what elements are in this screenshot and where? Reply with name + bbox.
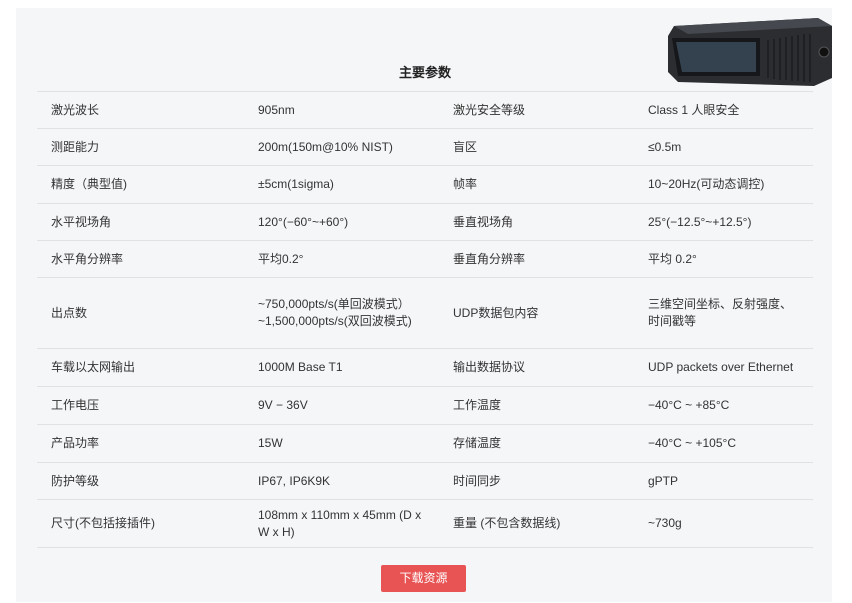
param-name: 产品功率: [37, 424, 244, 463]
table-row: 尺寸(不包括接插件) 108mm x 110mm x 45mm (D x W x …: [37, 499, 813, 548]
param-value: Class 1 人眼安全: [634, 91, 813, 129]
param-name: 帧率: [439, 165, 634, 204]
param-name: 激光安全等级: [439, 91, 634, 129]
param-value: 平均 0.2°: [634, 240, 813, 278]
param-value: 15W: [244, 424, 439, 463]
param-value: 1000M Base T1: [244, 348, 439, 387]
table-row: 工作电压 9V − 36V 工作温度 −40°C ~ +85°C: [37, 386, 813, 425]
param-value: ~750,000pts/s(单回波模式）~1,500,000pts/s(双回波模…: [244, 277, 439, 349]
param-name: 水平角分辨率: [37, 240, 244, 278]
param-value: −40°C ~ +105°C: [634, 424, 813, 463]
param-name: 激光波长: [37, 91, 244, 129]
param-value: 9V − 36V: [244, 386, 439, 425]
table-row: 水平角分辨率 平均0.2° 垂直角分辨率 平均 0.2°: [37, 240, 813, 278]
param-value: 三维空间坐标、反射强度、时间戳等: [634, 277, 813, 349]
download-button[interactable]: 下载资源: [381, 565, 466, 592]
table-row: 产品功率 15W 存储温度 −40°C ~ +105°C: [37, 424, 813, 463]
param-value: UDP packets over Ethernet: [634, 348, 813, 387]
param-name: 工作温度: [439, 386, 634, 425]
param-name: 垂直角分辨率: [439, 240, 634, 278]
param-value: 200m(150m@10% NIST): [244, 128, 439, 166]
param-value: 平均0.2°: [244, 240, 439, 278]
table-row: 激光波长 905nm 激光安全等级 Class 1 人眼安全: [37, 91, 813, 129]
param-name: 车载以太网输出: [37, 348, 244, 387]
param-value: 120°(−60°~+60°): [244, 203, 439, 241]
param-value: 25°(−12.5°~+12.5°): [634, 203, 813, 241]
param-name: 盲区: [439, 128, 634, 166]
param-name: 防护等级: [37, 462, 244, 500]
param-name: UDP数据包内容: [439, 277, 634, 349]
table-row: 测距能力 200m(150m@10% NIST) 盲区 ≤0.5m: [37, 128, 813, 166]
table-row: 出点数 ~750,000pts/s(单回波模式）~1,500,000pts/s(双…: [37, 277, 813, 349]
param-value: 905nm: [244, 91, 439, 129]
param-name: 工作电压: [37, 386, 244, 425]
param-name: 重量 (不包含数据线): [439, 499, 634, 548]
section-title: 主要参数: [398, 65, 451, 80]
param-value: ≤0.5m: [634, 128, 813, 166]
param-value: gPTP: [634, 462, 813, 500]
param-name: 精度（典型值): [37, 165, 244, 204]
param-name: 测距能力: [37, 128, 244, 166]
spec-table: 激光波长 905nm 激光安全等级 Class 1 人眼安全 测距能力 200m(150m…: [37, 91, 813, 548]
param-name: 存储温度: [439, 424, 634, 463]
table-row: 精度（典型值) ±5cm(1sigma) 帧率 10~20Hz(可动态调控): [37, 165, 813, 204]
param-value: 108mm x 110mm x 45mm (D x W x H): [244, 499, 439, 548]
param-value: ~730g: [634, 499, 813, 548]
param-value: ±5cm(1sigma): [244, 165, 439, 204]
param-name: 垂直视场角: [439, 203, 634, 241]
param-name: 输出数据协议: [439, 348, 634, 387]
param-value: IP67, IP6K9K: [244, 462, 439, 500]
table-row: 水平视场角 120°(−60°~+60°) 垂直视场角 25°(−12.5°~+12.…: [37, 203, 813, 241]
param-name: 时间同步: [439, 462, 634, 500]
param-name: 出点数: [37, 277, 244, 349]
param-value: 10~20Hz(可动态调控): [634, 165, 813, 204]
param-value: −40°C ~ +85°C: [634, 386, 813, 425]
table-row: 车载以太网输出 1000M Base T1 输出数据协议 UDP packets ov…: [37, 348, 813, 387]
param-name: 水平视场角: [37, 203, 244, 241]
param-name: 尺寸(不包括接插件): [37, 499, 244, 548]
table-row: 防护等级 IP67, IP6K9K 时间同步 gPTP: [37, 462, 813, 500]
